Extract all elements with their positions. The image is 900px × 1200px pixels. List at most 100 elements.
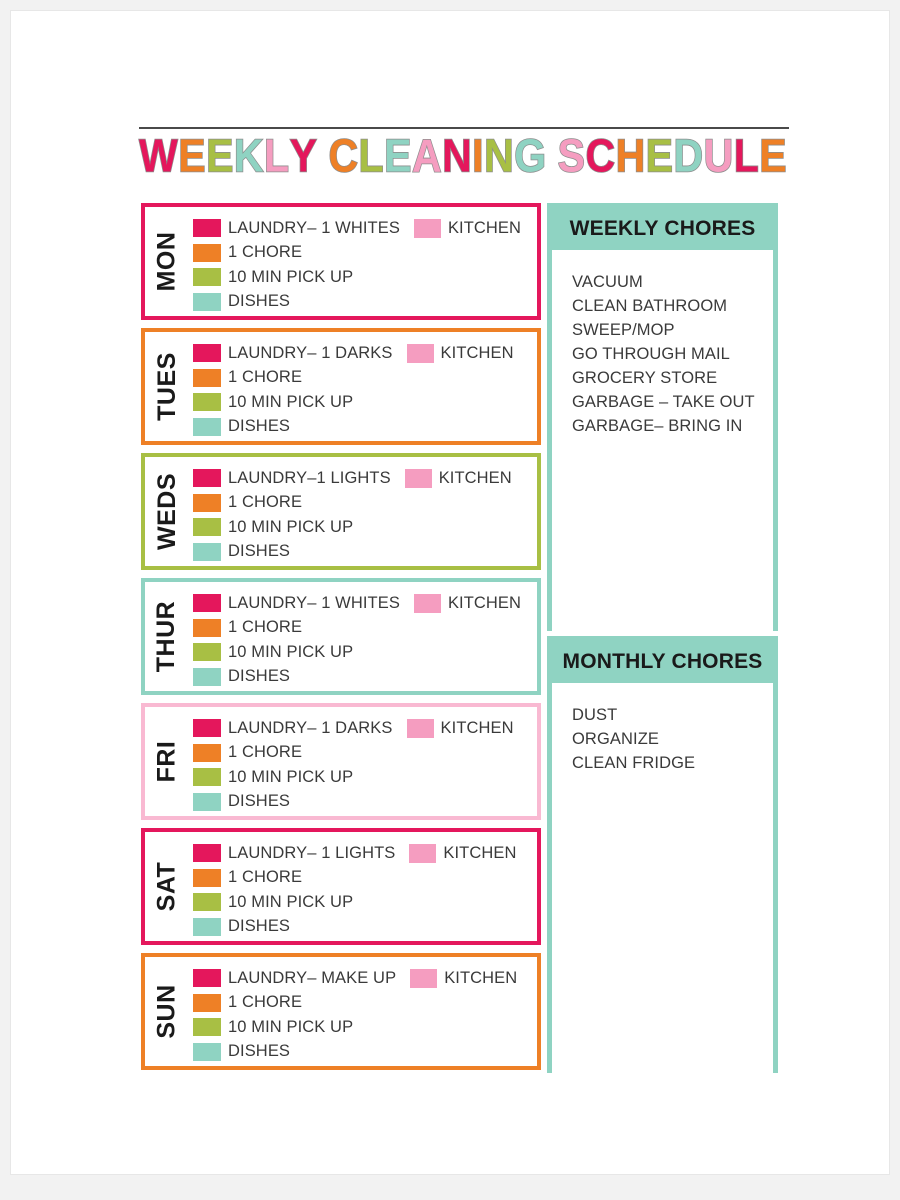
kitchen-task[interactable]: KITCHEN xyxy=(404,468,512,488)
task-color-chip[interactable] xyxy=(193,368,221,387)
task-row[interactable]: LAUNDRY– MAKE UP KITCHEN xyxy=(193,966,537,991)
kitchen-color-chip[interactable] xyxy=(413,593,441,613)
task-row[interactable]: 10 MIN PICK UP xyxy=(193,765,537,790)
task-row[interactable]: LAUNDRY– 1 LIGHTS KITCHEN xyxy=(193,841,537,866)
chore-item[interactable]: SWEEP/MOP xyxy=(572,318,773,342)
chore-item[interactable]: ORGANIZE xyxy=(572,727,773,751)
monthly-chores-header: MONTHLY CHORES xyxy=(552,641,773,683)
day-box-fri[interactable]: FRI LAUNDRY– 1 DARKS KITCHEN 1 CHORE 10 MIN … xyxy=(141,703,541,820)
day-label-text: SUN xyxy=(152,984,181,1039)
chore-item[interactable]: GARBAGE– BRING IN xyxy=(572,414,773,438)
day-box-sun[interactable]: SUN LAUNDRY– MAKE UP KITCHEN 1 CHORE 10 MIN … xyxy=(141,953,541,1070)
task-list: LAUNDRY– 1 WHITES KITCHEN 1 CHORE 10 MIN PI… xyxy=(193,591,537,689)
task-row[interactable]: DISHES xyxy=(193,790,537,815)
kitchen-color-chip[interactable] xyxy=(413,218,441,238)
task-row[interactable]: 1 CHORE xyxy=(193,366,537,391)
task-row[interactable]: 1 CHORE xyxy=(193,741,537,766)
title-letter: C xyxy=(328,129,359,182)
task-color-chip[interactable] xyxy=(193,893,221,912)
kitchen-task[interactable]: KITCHEN xyxy=(406,718,514,738)
task-label: 1 CHORE xyxy=(228,993,303,1012)
task-label: 1 CHORE xyxy=(228,618,303,637)
day-box-weds[interactable]: WEDS LAUNDRY–1 LIGHTS KITCHEN 1 CHORE 10 MIN… xyxy=(141,453,541,570)
kitchen-color-chip[interactable] xyxy=(404,468,432,488)
day-box-thur[interactable]: THUR LAUNDRY– 1 WHITES KITCHEN 1 CHORE 10 MI… xyxy=(141,578,541,695)
kitchen-color-chip[interactable] xyxy=(409,843,437,863)
kitchen-color-chip[interactable] xyxy=(410,968,438,988)
kitchen-task[interactable]: KITCHEN xyxy=(413,218,521,238)
chore-item[interactable]: VACUUM xyxy=(572,270,773,294)
task-color-chip[interactable] xyxy=(193,594,221,613)
task-row[interactable]: 1 CHORE xyxy=(193,491,537,516)
page-sheet: WEEKLY CLEANING SCHEDULE MON LAUNDRY– 1 WHI… xyxy=(10,10,890,1175)
kitchen-task[interactable]: KITCHEN xyxy=(413,593,521,613)
task-color-chip[interactable] xyxy=(193,542,221,561)
task-row[interactable]: DISHES xyxy=(193,415,537,440)
task-color-chip[interactable] xyxy=(193,917,221,936)
chore-item[interactable]: GO THROUGH MAIL xyxy=(572,342,773,366)
task-row[interactable]: DISHES xyxy=(193,540,537,565)
title-letter: U xyxy=(703,129,734,182)
task-color-chip[interactable] xyxy=(193,719,221,738)
task-color-chip[interactable] xyxy=(193,643,221,662)
kitchen-color-chip[interactable] xyxy=(406,718,434,738)
task-row[interactable]: LAUNDRY– 1 WHITES KITCHEN xyxy=(193,591,537,616)
task-row[interactable]: 10 MIN PICK UP xyxy=(193,390,537,415)
task-row[interactable]: 10 MIN PICK UP xyxy=(193,890,537,915)
chore-item[interactable]: GARBAGE – TAKE OUT xyxy=(572,390,773,414)
task-color-chip[interactable] xyxy=(193,792,221,811)
task-row[interactable]: 1 CHORE xyxy=(193,866,537,891)
task-row[interactable]: LAUNDRY–1 LIGHTS KITCHEN xyxy=(193,466,537,491)
kitchen-color-chip[interactable] xyxy=(406,343,434,363)
task-color-chip[interactable] xyxy=(193,618,221,637)
task-color-chip[interactable] xyxy=(193,667,221,686)
kitchen-task[interactable]: KITCHEN xyxy=(406,343,514,363)
task-row[interactable]: DISHES xyxy=(193,290,537,315)
task-color-chip[interactable] xyxy=(193,844,221,863)
task-row[interactable]: 1 CHORE xyxy=(193,991,537,1016)
task-color-chip[interactable] xyxy=(193,993,221,1012)
task-row[interactable]: DISHES xyxy=(193,1040,537,1065)
task-row[interactable]: 10 MIN PICK UP xyxy=(193,1015,537,1040)
task-color-chip[interactable] xyxy=(193,344,221,363)
task-row[interactable]: LAUNDRY– 1 DARKS KITCHEN xyxy=(193,716,537,741)
task-color-chip[interactable] xyxy=(193,393,221,412)
task-color-chip[interactable] xyxy=(193,268,221,287)
task-label: DISHES xyxy=(228,667,291,686)
task-row[interactable]: 1 CHORE xyxy=(193,616,537,641)
day-box-tues[interactable]: TUES LAUNDRY– 1 DARKS KITCHEN 1 CHORE 10 MIN… xyxy=(141,328,541,445)
task-row[interactable]: 10 MIN PICK UP xyxy=(193,640,537,665)
weekly-chores-list: VACUUM CLEAN BATHROOM SWEEP/MOP GO THROUGH … xyxy=(552,250,773,646)
task-color-chip[interactable] xyxy=(193,868,221,887)
chore-item[interactable]: DUST xyxy=(572,703,773,727)
task-color-chip[interactable] xyxy=(193,1018,221,1037)
task-color-chip[interactable] xyxy=(193,1042,221,1061)
task-color-chip[interactable] xyxy=(193,219,221,238)
task-color-chip[interactable] xyxy=(193,518,221,537)
kitchen-task[interactable]: KITCHEN xyxy=(409,843,516,863)
day-label-sat: SAT xyxy=(145,832,189,941)
task-row[interactable]: 10 MIN PICK UP xyxy=(193,515,537,540)
task-color-chip[interactable] xyxy=(193,243,221,262)
page-title: WEEKLY CLEANING SCHEDULE xyxy=(138,129,799,185)
task-color-chip[interactable] xyxy=(193,292,221,311)
task-color-chip[interactable] xyxy=(193,417,221,436)
chore-item[interactable]: CLEAN FRIDGE xyxy=(572,751,773,775)
day-box-sat[interactable]: SAT LAUNDRY– 1 LIGHTS KITCHEN 1 CHORE 10 MIN… xyxy=(141,828,541,945)
chore-item[interactable]: CLEAN BATHROOM xyxy=(572,294,773,318)
task-row[interactable]: 1 CHORE xyxy=(193,241,537,266)
task-color-chip[interactable] xyxy=(193,493,221,512)
task-row[interactable]: LAUNDRY– 1 DARKS KITCHEN xyxy=(193,341,537,366)
task-row[interactable]: DISHES xyxy=(193,915,537,940)
kitchen-task[interactable]: KITCHEN xyxy=(410,968,517,988)
task-color-chip[interactable] xyxy=(193,969,221,988)
task-color-chip[interactable] xyxy=(193,469,221,488)
task-row[interactable]: DISHES xyxy=(193,665,537,690)
chore-item[interactable]: GROCERY STORE xyxy=(572,366,773,390)
task-row[interactable]: 10 MIN PICK UP xyxy=(193,265,537,290)
task-row[interactable]: LAUNDRY– 1 WHITES KITCHEN xyxy=(193,216,537,241)
task-color-chip[interactable] xyxy=(193,768,221,787)
task-color-chip[interactable] xyxy=(193,743,221,762)
day-box-mon[interactable]: MON LAUNDRY– 1 WHITES KITCHEN 1 CHORE 10 MIN… xyxy=(141,203,541,320)
task-label: 10 MIN PICK UP xyxy=(228,517,354,536)
